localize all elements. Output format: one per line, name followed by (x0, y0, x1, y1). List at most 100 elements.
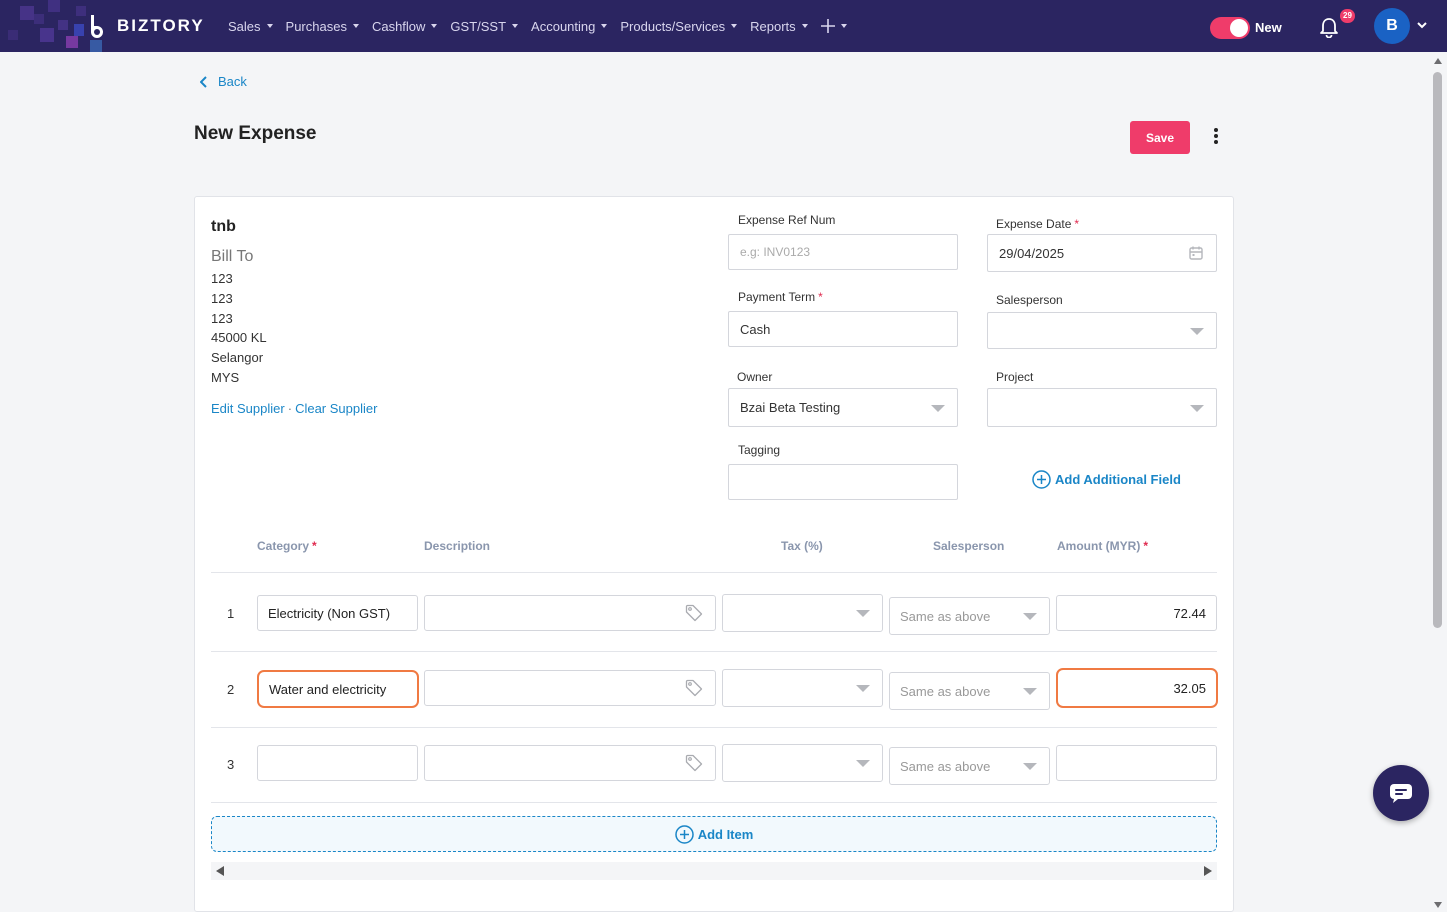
bell-icon[interactable] (1318, 16, 1340, 38)
chevron-down-icon (601, 24, 608, 28)
dropdown-arrow-icon (1023, 613, 1037, 620)
edit-supplier-link[interactable]: Edit Supplier (211, 401, 285, 416)
nav-label: Sales (228, 18, 261, 34)
row-number: 1 (227, 606, 235, 621)
salesperson-placeholder: Same as above (900, 608, 991, 624)
nav-quick-add[interactable] (820, 19, 847, 33)
dropdown-arrow-icon (856, 685, 870, 692)
add-item-button[interactable]: Add Item (211, 816, 1217, 852)
dropdown-arrow-icon (1190, 327, 1204, 335)
scroll-down-arrow-icon[interactable] (1434, 902, 1442, 908)
more-options-icon[interactable] (1207, 128, 1225, 148)
tax-select[interactable] (722, 594, 883, 632)
tagging-input[interactable] (728, 464, 958, 500)
toggle-knob (1230, 19, 1248, 37)
divider (211, 572, 1217, 573)
chevron-down-icon (352, 24, 359, 28)
address-line: 123 (211, 291, 233, 306)
amount-input[interactable] (1056, 745, 1217, 781)
header-text: Salesperson (933, 539, 1005, 553)
dropdown-arrow-icon (1023, 763, 1037, 770)
label-text: Expense Ref Num (738, 213, 836, 227)
project-select[interactable] (987, 388, 1217, 427)
vertical-scrollbar[interactable] (1430, 52, 1447, 912)
column-header-description: Description (424, 539, 490, 553)
address-line: Selangor (211, 350, 264, 365)
date-value: 29/04/2025 (999, 245, 1065, 261)
scroll-left-arrow-icon[interactable] (216, 866, 224, 876)
back-label: Back (218, 74, 247, 89)
plus-icon (820, 19, 835, 33)
dropdown-arrow-icon (1023, 688, 1037, 695)
chevron-down-icon (731, 24, 738, 28)
tag-icon[interactable] (685, 604, 703, 622)
main-menu: Sales Purchases Cashflow GST/SST Account… (228, 0, 860, 52)
nav-sales[interactable]: Sales (228, 19, 273, 34)
tax-select[interactable] (722, 744, 883, 782)
add-field-label: Add Additional Field (1055, 472, 1181, 487)
column-header-amount: Amount (MYR) * (1057, 539, 1148, 553)
nav-products-services[interactable]: Products/Services (620, 18, 738, 34)
page-title: New Expense (194, 123, 317, 144)
category-input[interactable]: Water and electricity (257, 670, 419, 708)
chat-widget-button[interactable] (1373, 765, 1429, 821)
plus-circle-icon (674, 824, 694, 844)
row-salesperson-select[interactable]: Same as above (889, 597, 1050, 635)
chevron-down-icon[interactable] (1416, 19, 1428, 31)
category-input[interactable]: Electricity (Non GST) (257, 595, 418, 631)
tagging-label: Tagging (738, 443, 780, 457)
owner-select[interactable]: Bzai Beta Testing (728, 388, 958, 427)
scroll-right-arrow-icon[interactable] (1204, 866, 1212, 876)
divider (211, 651, 1217, 652)
link-separator: · (287, 401, 293, 416)
payment-term-label: Payment Term * (738, 290, 823, 304)
tax-select[interactable] (722, 669, 883, 707)
notification-badge: 29 (1340, 9, 1355, 23)
chevron-left-icon (200, 75, 207, 88)
amount-input[interactable]: 32.05 (1056, 668, 1218, 708)
address-line: 45000 KL (211, 330, 267, 345)
category-input[interactable] (257, 745, 418, 781)
row-salesperson-select[interactable]: Same as above (889, 672, 1050, 710)
expense-ref-input[interactable]: e.g: INV0123 (728, 234, 958, 270)
new-ui-toggle[interactable] (1210, 17, 1250, 39)
description-input[interactable] (424, 670, 716, 706)
description-input[interactable] (424, 595, 716, 631)
payment-term-input[interactable]: Cash (728, 311, 958, 347)
back-link[interactable]: Back (200, 74, 247, 89)
row-salesperson-select[interactable]: Same as above (889, 747, 1050, 785)
nav-label: Cashflow (371, 18, 426, 34)
save-button[interactable]: Save (1130, 121, 1190, 154)
horizontal-scrollbar[interactable] (211, 862, 1217, 880)
scrollbar-thumb[interactable] (1433, 72, 1442, 628)
amount-input[interactable]: 72.44 (1056, 595, 1217, 631)
column-header-category: Category * (257, 539, 317, 553)
header-text: Tax (%) (781, 539, 823, 553)
divider (211, 802, 1217, 803)
new-ui-toggle-label: New (1255, 20, 1282, 35)
add-additional-field-button[interactable]: Add Additional Field (1032, 470, 1181, 489)
brand-logo[interactable]: BIZTORY (0, 0, 210, 52)
biztory-logo-icon (91, 15, 103, 38)
nav-gst-sst[interactable]: GST/SST (450, 19, 519, 34)
nav-reports[interactable]: Reports (750, 19, 808, 34)
salesperson-select[interactable] (987, 312, 1217, 349)
nav-label: Products/Services (620, 18, 726, 34)
header-text: Category (257, 539, 310, 553)
expense-date-input[interactable]: 29/04/2025 (987, 234, 1217, 272)
label-text: Tagging (738, 443, 781, 457)
salesperson-placeholder: Same as above (900, 683, 991, 699)
scroll-up-arrow-icon[interactable] (1434, 58, 1442, 64)
avatar[interactable]: B (1374, 8, 1410, 44)
tag-icon[interactable] (685, 679, 703, 697)
nav-label: Accounting (531, 18, 596, 34)
nav-purchases[interactable]: Purchases (286, 19, 359, 34)
description-input[interactable] (424, 745, 716, 781)
nav-cashflow[interactable]: Cashflow (371, 18, 438, 34)
tag-icon[interactable] (685, 754, 703, 772)
clear-supplier-link[interactable]: Clear Supplier (295, 401, 377, 416)
column-header-tax: Tax (%) (781, 539, 823, 553)
nav-accounting[interactable]: Accounting (531, 18, 608, 34)
required-mark: * (312, 539, 317, 553)
calendar-icon[interactable] (1189, 246, 1203, 260)
